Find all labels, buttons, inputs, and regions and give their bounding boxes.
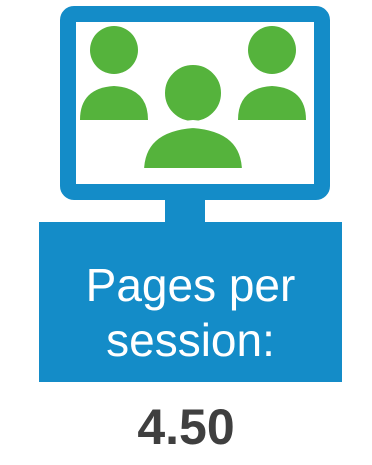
stat-label-line-2: session: xyxy=(106,314,275,366)
monitor-stand xyxy=(165,190,205,226)
stat-value: 4.50 xyxy=(137,399,235,455)
stat-label-line-1: Pages per xyxy=(85,259,296,311)
stat-label: Pages per session: xyxy=(39,258,342,368)
presentation-monitor-users-icon xyxy=(39,6,342,382)
pages-per-session-card: Pages per session: 4.50 xyxy=(0,0,372,465)
